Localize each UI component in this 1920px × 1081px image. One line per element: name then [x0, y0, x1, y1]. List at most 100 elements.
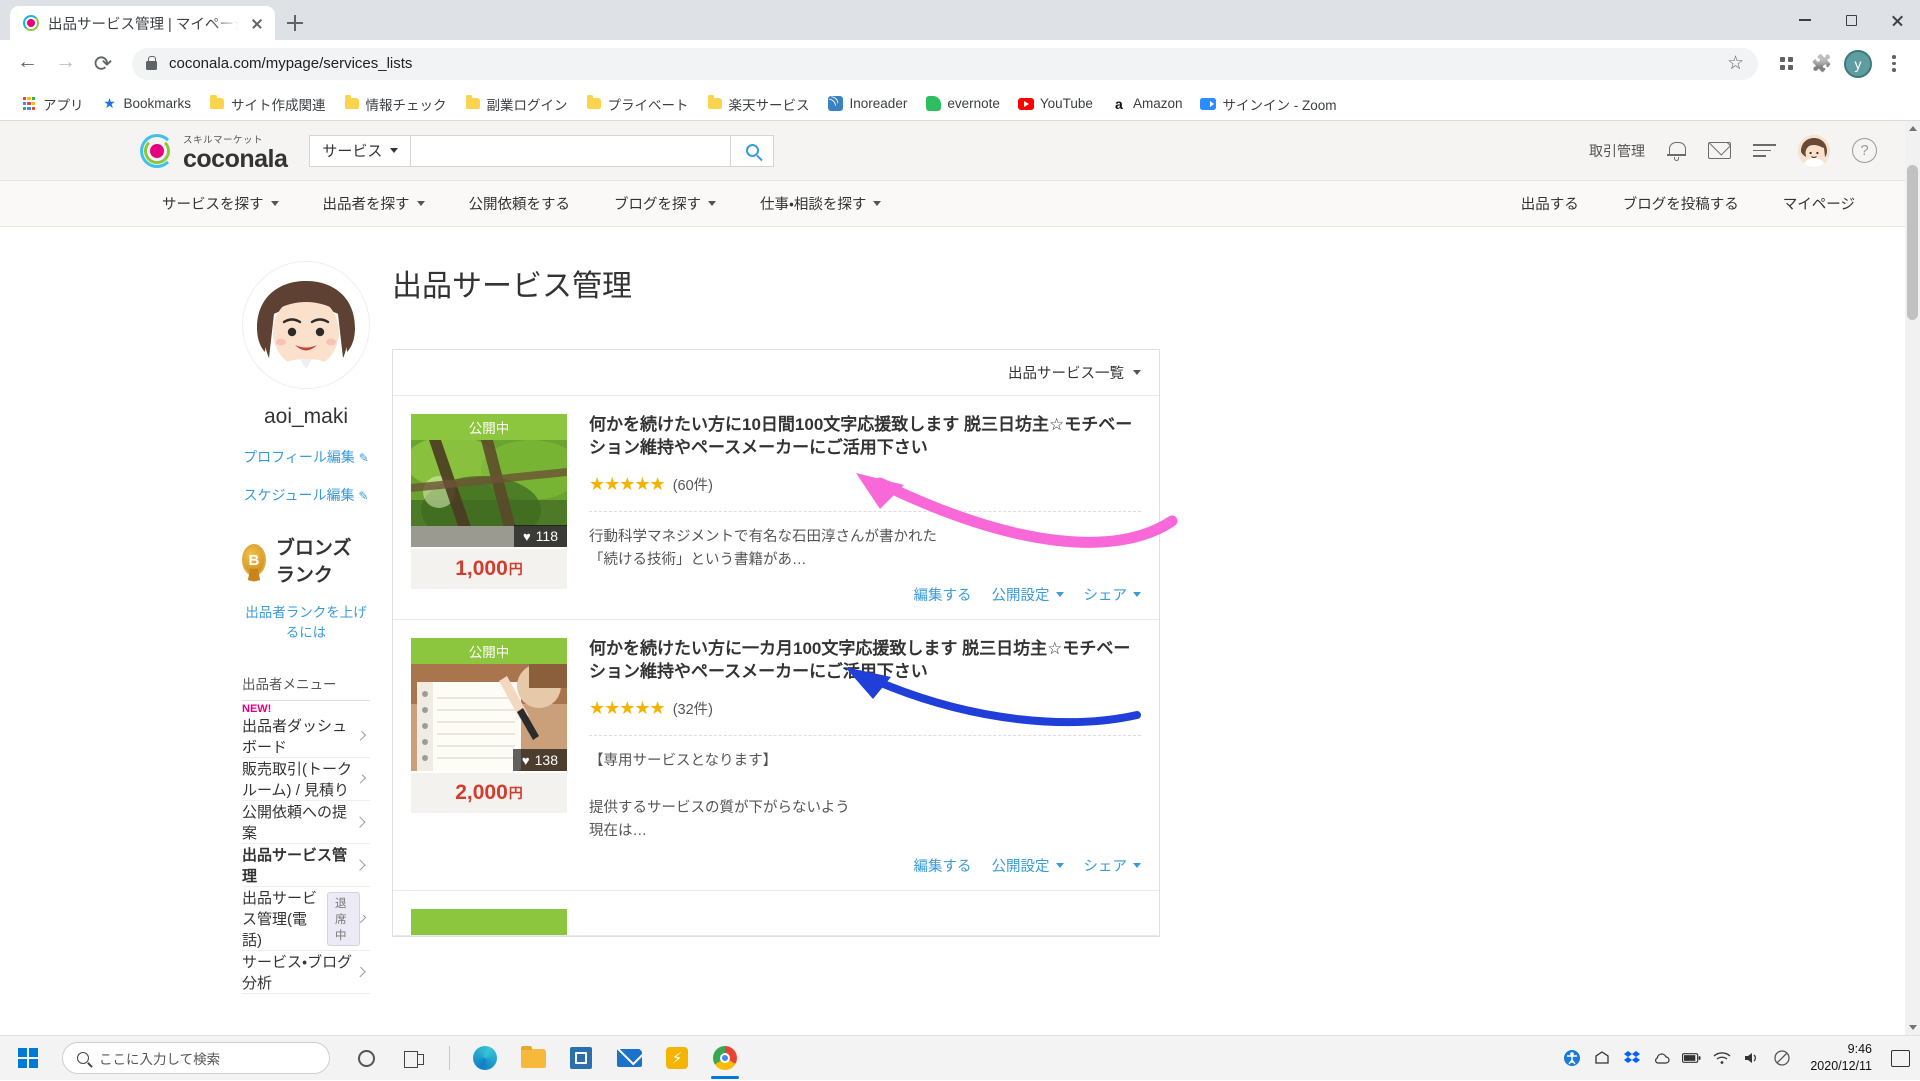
star-rating-icon: ★★★★★	[589, 474, 665, 495]
status-badge: 退席中	[327, 892, 360, 946]
header-link-transactions[interactable]: 取引管理	[1589, 141, 1645, 161]
publish-settings-link[interactable]: 公開設定	[992, 584, 1064, 605]
search-button[interactable]	[730, 135, 774, 167]
browser-tab[interactable]: 出品サービス管理 | マイページ | ココナ	[10, 6, 275, 40]
share-link[interactable]: シェア	[1084, 855, 1142, 876]
edge-button[interactable]	[463, 1036, 507, 1080]
user-avatar[interactable]	[1798, 135, 1830, 167]
reload-button[interactable]	[86, 47, 120, 81]
nav-item-post-blog[interactable]: ブログを投稿する	[1601, 181, 1761, 227]
address-bar[interactable]: coconala.com/mypage/services_lists	[132, 48, 1758, 80]
share-link[interactable]: シェア	[1084, 584, 1142, 605]
sidebar-item-proposals[interactable]: 公開依頼への提案	[242, 801, 370, 844]
maximize-button[interactable]	[1828, 0, 1874, 40]
notification-center-button[interactable]	[1891, 1049, 1910, 1068]
cloud-icon[interactable]	[1652, 1049, 1671, 1068]
sidebar-item-sales-talkroom[interactable]: 販売取引(トークルーム) / 見積り	[242, 758, 370, 801]
bookmark-evernote[interactable]: evernote	[918, 93, 1007, 115]
service-description: 行動科学マネジメントで有名な石田淳さんが書かれた 「続ける技術」という書籍があ…	[589, 526, 1141, 572]
bookmark-amazon[interactable]: a Amazon	[1104, 93, 1190, 115]
profile-edit-link[interactable]: プロフィール編集 ✎	[242, 447, 370, 467]
nav-item-find-services[interactable]: サービスを探す	[140, 181, 301, 227]
back-button[interactable]	[10, 47, 44, 81]
sidebar-item-analytics[interactable]: サービス・ブログ分析	[242, 951, 370, 994]
sidebar-item-dashboard[interactable]: NEW! 出品者ダッシュボード	[242, 701, 370, 758]
nav-item-find-jobs[interactable]: 仕事・相談を探す	[738, 181, 903, 227]
taskbar-clock[interactable]: 9:46 2020/12/11	[1802, 1041, 1880, 1075]
scroll-down-button[interactable]	[1905, 1020, 1920, 1035]
bookmark-bookmarks[interactable]: Bookmarks	[95, 93, 199, 115]
dropbox-icon[interactable]	[1622, 1049, 1641, 1068]
nav-item-find-sellers[interactable]: 出品者を探す	[301, 181, 447, 227]
service-thumbnail[interactable]: ♥ 138	[411, 664, 567, 771]
share-icon[interactable]	[1592, 1049, 1611, 1068]
bookmark-folder-info[interactable]: 情報チェック	[337, 91, 454, 117]
scroll-up-button[interactable]	[1905, 121, 1920, 136]
bookmark-label: アプリ	[43, 94, 84, 114]
nav-item-public-request[interactable]: 公開依頼をする	[447, 181, 593, 227]
no-entry-icon[interactable]	[1772, 1049, 1791, 1068]
service-price: 1,000 円	[411, 549, 567, 589]
bookmark-label: サイト作成関連	[231, 94, 326, 114]
service-title[interactable]: 何かを続けたい方に10日間100文字応援致します 脱三日坊主☆モチベーション維持…	[589, 414, 1141, 460]
bookmark-folder-private[interactable]: プライベート	[579, 91, 696, 117]
sidebar-item-service-management-phone[interactable]: 出品サービス管理(電話) 退席中	[242, 887, 370, 951]
bookmark-star-icon[interactable]	[1727, 52, 1744, 75]
chrome-menu-button[interactable]	[1878, 48, 1910, 80]
sidebar-item-service-management[interactable]: 出品サービス管理	[242, 844, 370, 887]
file-explorer-button[interactable]	[511, 1036, 555, 1080]
accessibility-icon[interactable]	[1562, 1049, 1581, 1068]
bookmark-folder-site[interactable]: サイト作成関連	[202, 91, 333, 117]
service-thumbnail[interactable]: ♥ 118	[411, 440, 567, 547]
extensions-puzzle-icon[interactable]	[1806, 48, 1838, 80]
site-header: スキルマーケット coconala サービス 取引管理	[0, 121, 1905, 181]
battery-icon[interactable]	[1682, 1049, 1701, 1068]
bookmark-zoom[interactable]: サインイン - Zoom	[1193, 91, 1343, 117]
thunderbolt-button[interactable]: ⚡	[655, 1036, 699, 1080]
new-tab-button[interactable]	[275, 6, 315, 40]
chrome-button[interactable]	[703, 1036, 747, 1080]
task-view-button[interactable]	[392, 1036, 436, 1080]
close-window-button[interactable]	[1874, 0, 1920, 40]
bookmark-folder-sidejob[interactable]: 副業ログイン	[458, 91, 575, 117]
nav-item-sell[interactable]: 出品する	[1499, 181, 1601, 227]
bookmark-youtube[interactable]: YouTube	[1011, 93, 1100, 115]
bookmark-folder-rakuten[interactable]: 楽天サービス	[700, 91, 817, 117]
minimize-button[interactable]	[1782, 0, 1828, 40]
scrollbar-thumb[interactable]	[1907, 165, 1918, 320]
microsoft-store-button[interactable]	[559, 1036, 603, 1080]
close-tab-icon[interactable]	[247, 13, 267, 33]
volume-icon[interactable]	[1742, 1049, 1761, 1068]
help-icon[interactable]: ?	[1852, 138, 1877, 163]
nav-item-mypage[interactable]: マイページ	[1761, 181, 1877, 227]
bookmark-inoreader[interactable]: Inoreader	[821, 93, 915, 115]
category-select[interactable]: サービス	[309, 135, 410, 167]
bookmark-apps[interactable]: アプリ	[14, 91, 91, 117]
edit-link[interactable]: 編集する	[914, 584, 972, 605]
bell-icon[interactable]	[1667, 140, 1686, 161]
rank-up-link[interactable]: 出品者ランクを上げるには	[242, 601, 370, 641]
publish-settings-link[interactable]: 公開設定	[992, 855, 1064, 876]
wifi-icon[interactable]	[1712, 1049, 1731, 1068]
page-scrollbar[interactable]	[1905, 121, 1920, 1035]
nav-item-find-blogs[interactable]: ブログを探す	[592, 181, 738, 227]
forward-button[interactable]	[48, 47, 82, 81]
price-value: 1,000	[455, 557, 508, 581]
browser-toolbar: coconala.com/mypage/services_lists y	[0, 40, 1920, 87]
mail-icon[interactable]	[1708, 142, 1731, 159]
schedule-edit-link[interactable]: スケジュール編集 ✎	[242, 485, 370, 505]
search-input[interactable]	[410, 135, 730, 167]
coconala-logo[interactable]: スキルマーケット coconala	[140, 130, 287, 172]
edit-link[interactable]: 編集する	[914, 855, 972, 876]
service-title[interactable]: 何かを続けたい方に一カ月100文字応援致します 脱三日坊主☆モチベーション維持や…	[589, 638, 1141, 684]
cortana-button[interactable]	[344, 1036, 388, 1080]
taskbar-search[interactable]: ここに入力して検索	[62, 1042, 330, 1074]
profile-button[interactable]: y	[1842, 48, 1874, 80]
mail-button[interactable]	[607, 1036, 651, 1080]
cortana-icon	[358, 1050, 375, 1067]
start-button[interactable]	[0, 1036, 56, 1081]
profile-picture[interactable]	[242, 261, 370, 389]
extensions-grid-button[interactable]	[1770, 48, 1802, 80]
panel-filter-dropdown[interactable]: 出品サービス一覧	[393, 350, 1159, 396]
list-icon[interactable]	[1753, 142, 1776, 160]
